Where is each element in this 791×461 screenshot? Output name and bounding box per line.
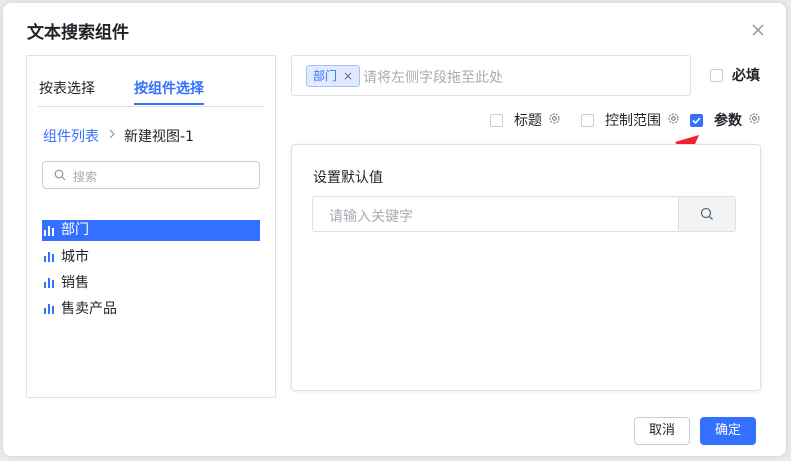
- params-label: 参数: [714, 113, 742, 129]
- field-list: 部门 城市 销售 售卖产品: [42, 220, 260, 324]
- field-tag: 部门 ×: [306, 65, 361, 87]
- list-item-label: 销售: [61, 275, 89, 291]
- tab-by-component[interactable]: 按组件选择: [134, 78, 204, 98]
- search-placeholder: 搜索: [73, 170, 98, 184]
- active-tab-indicator: [134, 103, 204, 105]
- cancel-button[interactable]: 取消: [634, 417, 690, 445]
- drop-hint: 请将左侧字段拖至此处: [363, 70, 503, 86]
- chevron-right-icon: [109, 129, 115, 139]
- bar-chart-icon: [44, 252, 54, 262]
- list-item-label: 部门: [61, 222, 89, 238]
- required-checkbox[interactable]: [710, 69, 723, 82]
- field-drop-zone[interactable]: 部门 × 请将左侧字段拖至此处: [291, 55, 691, 96]
- text-search-dialog: 文本搜索组件 按表选择 按组件选择 组件列表 新建视图-1 搜索 部门 城市 销…: [3, 3, 786, 456]
- gear-icon[interactable]: [748, 112, 761, 125]
- breadcrumb-current: 新建视图-1: [124, 129, 194, 145]
- list-item-label: 售卖产品: [61, 301, 117, 317]
- list-item-department[interactable]: 部门: [42, 220, 260, 241]
- field-picker-panel: 按表选择 按组件选择 组件列表 新建视图-1 搜索 部门 城市 销售 售卖产品: [26, 55, 276, 398]
- keyword-placeholder: 请输入关键字: [329, 209, 413, 225]
- bar-chart-icon: [44, 226, 54, 236]
- ok-button[interactable]: 确定: [700, 417, 756, 445]
- tab-bar: 按表选择 按组件选择: [38, 56, 265, 107]
- list-item-product[interactable]: 售卖产品: [42, 298, 260, 324]
- breadcrumb-component-list[interactable]: 组件列表: [43, 129, 99, 145]
- default-value-title: 设置默认值: [313, 170, 383, 186]
- dialog-title: 文本搜索组件: [27, 23, 129, 43]
- keyword-search-button[interactable]: [678, 197, 735, 231]
- gear-icon[interactable]: [548, 112, 561, 125]
- title-label: 标题: [514, 113, 542, 129]
- required-label: 必填: [732, 68, 760, 84]
- bar-chart-icon: [44, 278, 54, 288]
- keyword-input[interactable]: 请输入关键字: [312, 196, 736, 232]
- tab-by-table[interactable]: 按表选择: [39, 78, 95, 98]
- bar-chart-icon: [44, 304, 54, 314]
- list-item-label: 城市: [61, 249, 89, 265]
- title-checkbox[interactable]: [490, 114, 503, 127]
- search-icon: [700, 207, 713, 220]
- default-value-panel: 设置默认值 请输入关键字: [291, 144, 761, 391]
- list-item-city[interactable]: 城市: [42, 246, 260, 272]
- remove-tag-icon[interactable]: ×: [343, 69, 353, 83]
- search-input[interactable]: 搜索: [42, 161, 260, 189]
- breadcrumb: 组件列表 新建视图-1: [43, 126, 194, 146]
- control-range-checkbox[interactable]: [581, 114, 594, 127]
- close-icon[interactable]: [749, 21, 767, 39]
- list-item-sales[interactable]: 销售: [42, 272, 260, 298]
- field-tag-label: 部门: [313, 69, 338, 83]
- search-icon: [54, 169, 66, 181]
